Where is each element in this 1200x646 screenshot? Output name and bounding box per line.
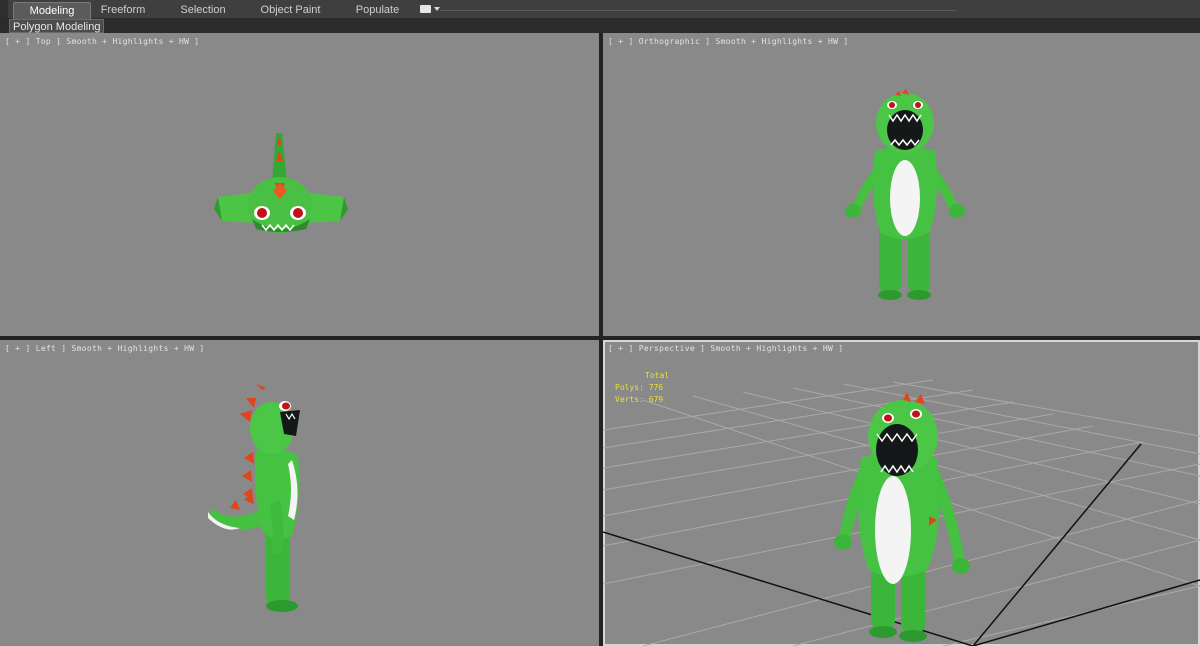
viewport-perspective[interactable]: [ + ] Perspective ] Smooth + Highlights … — [603, 340, 1200, 646]
tab-selection[interactable]: Selection — [176, 2, 230, 19]
tab-modeling[interactable]: Modeling — [13, 2, 91, 19]
viewport-left[interactable]: [ + ] Left ] Smooth + Highlights + HW ] — [0, 340, 599, 646]
viewport-top[interactable]: [ + ] Top ] Smooth + Highlights + HW ] — [0, 33, 599, 336]
dino-top-view — [214, 133, 348, 233]
tab-object-paint[interactable]: Object Paint — [257, 2, 324, 19]
viewport-orthographic[interactable]: [ + ] Orthographic ] Smooth + Highlights… — [603, 33, 1200, 336]
dino-front-view — [845, 89, 965, 300]
ribbon-panel-bar: Polygon Modeling — [0, 19, 1200, 33]
tab-populate[interactable]: Populate — [351, 2, 404, 19]
ribbon-options-dropdown[interactable] — [420, 5, 442, 15]
viewport-layout: [ + ] Top ] Smooth + Highlights + HW ] [… — [0, 33, 1200, 646]
dino-side-view — [208, 384, 300, 612]
polygon-modeling-panel[interactable]: Polygon Modeling — [9, 19, 105, 33]
ribbon-divider — [440, 10, 956, 11]
ribbon-toggle-icon — [420, 5, 431, 13]
ribbon-tab-bar: Modeling Freeform Selection Object Paint… — [0, 0, 1200, 19]
dino-perspective-view — [834, 392, 970, 642]
tab-freeform[interactable]: Freeform — [95, 2, 151, 19]
perspective-grid — [603, 379, 1200, 646]
